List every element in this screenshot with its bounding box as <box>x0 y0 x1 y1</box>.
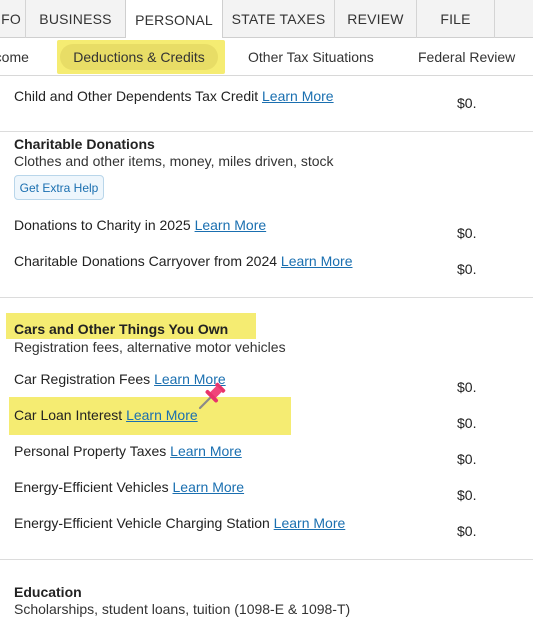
row-charging-station: Energy-Efficient Vehicle Charging Statio… <box>14 515 345 531</box>
row-dependents-credit: Child and Other Dependents Tax Credit Le… <box>14 88 334 104</box>
tab-review-label: REVIEW <box>347 11 404 27</box>
row-label: Child and Other Dependents Tax Credit <box>14 88 259 104</box>
get-extra-help-label: Get Extra Help <box>19 180 99 195</box>
tab-business-label: BUSINESS <box>39 11 112 27</box>
subnav-deductions-credits[interactable]: Deductions & Credits <box>60 44 218 70</box>
row-label: Charitable Donations Carryover from 2024 <box>14 253 278 269</box>
amount-car-registration: $0. <box>457 379 477 395</box>
tab-file[interactable]: FILE <box>417 0 495 38</box>
row-label: Car Loan Interest <box>14 407 123 423</box>
amount-charging-station: $0. <box>457 523 477 539</box>
subnav-federal-review[interactable]: Federal Review <box>418 38 515 76</box>
amount-donations: $0. <box>457 225 477 241</box>
section-title-education: Education <box>14 584 82 600</box>
row-label: Energy-Efficient Vehicles <box>14 479 169 495</box>
tab-info[interactable]: INFO <box>0 0 26 38</box>
learn-more-link[interactable]: Learn More <box>274 515 346 531</box>
tab-review[interactable]: REVIEW <box>335 0 417 38</box>
row-car-loan-interest: Car Loan Interest Learn More <box>14 407 198 423</box>
row-donations-to-charity: Donations to Charity in 2025 Learn More <box>14 217 266 233</box>
row-label: Donations to Charity in 2025 <box>14 217 191 233</box>
amount-energy-vehicles: $0. <box>457 487 477 503</box>
subnav-income-label: Income <box>0 49 29 65</box>
tab-personal[interactable]: PERSONAL <box>125 0 223 39</box>
row-label: Personal Property Taxes <box>14 443 167 459</box>
subnav-other-tax-situations[interactable]: Other Tax Situations <box>248 38 374 76</box>
row-label: Car Registration Fees <box>14 371 151 387</box>
row-car-registration-fees: Car Registration Fees Learn More <box>14 371 226 387</box>
tab-file-label: FILE <box>440 11 471 27</box>
learn-more-link[interactable]: Learn More <box>281 253 353 269</box>
section-subtitle-charitable: Clothes and other items, money, miles dr… <box>14 153 334 169</box>
amount-car-loan: $0. <box>457 415 477 431</box>
tab-business[interactable]: BUSINESS <box>26 0 126 38</box>
amount-carryover: $0. <box>457 261 477 277</box>
subnav-other-label: Other Tax Situations <box>248 49 374 65</box>
section-subtitle-education: Scholarships, student loans, tuition (10… <box>14 601 351 617</box>
section-title-charitable: Charitable Donations <box>14 136 155 152</box>
amount-property-taxes: $0. <box>457 451 477 467</box>
learn-more-link[interactable]: Learn More <box>195 217 267 233</box>
row-personal-property-taxes: Personal Property Taxes Learn More <box>14 443 242 459</box>
amount-dependents: $0. <box>457 95 477 111</box>
learn-more-link[interactable]: Learn More <box>262 88 334 104</box>
pushpin-icon <box>198 382 226 410</box>
subnav-deductions-label: Deductions & Credits <box>73 49 205 65</box>
section-subtitle-cars: Registration fees, alternative motor veh… <box>14 339 286 355</box>
subnav-federal-review-label: Federal Review <box>418 49 516 65</box>
section-divider <box>0 559 533 560</box>
learn-more-link[interactable]: Learn More <box>126 407 198 423</box>
subnav-income[interactable]: Income <box>0 38 29 76</box>
section-title-cars: Cars and Other Things You Own <box>14 321 229 337</box>
get-extra-help-button[interactable]: Get Extra Help <box>14 175 104 200</box>
row-donations-carryover: Charitable Donations Carryover from 2024… <box>14 253 353 269</box>
main-tab-bar: INFO BUSINESS PERSONAL STATE TAXES REVIE… <box>0 0 533 39</box>
row-energy-efficient-vehicles: Energy-Efficient Vehicles Learn More <box>14 479 244 495</box>
tab-state-taxes-label: STATE TAXES <box>231 11 326 27</box>
section-divider <box>0 131 533 132</box>
tab-personal-label: PERSONAL <box>135 11 213 28</box>
tab-state-taxes[interactable]: STATE TAXES <box>223 0 335 38</box>
learn-more-link[interactable]: Learn More <box>170 443 242 459</box>
learn-more-link[interactable]: Learn More <box>173 479 245 495</box>
tab-info-label: INFO <box>0 11 21 27</box>
row-label: Energy-Efficient Vehicle Charging Statio… <box>14 515 270 531</box>
deductions-credits-page: INFO BUSINESS PERSONAL STATE TAXES REVIE… <box>0 0 533 622</box>
section-divider <box>0 297 533 298</box>
